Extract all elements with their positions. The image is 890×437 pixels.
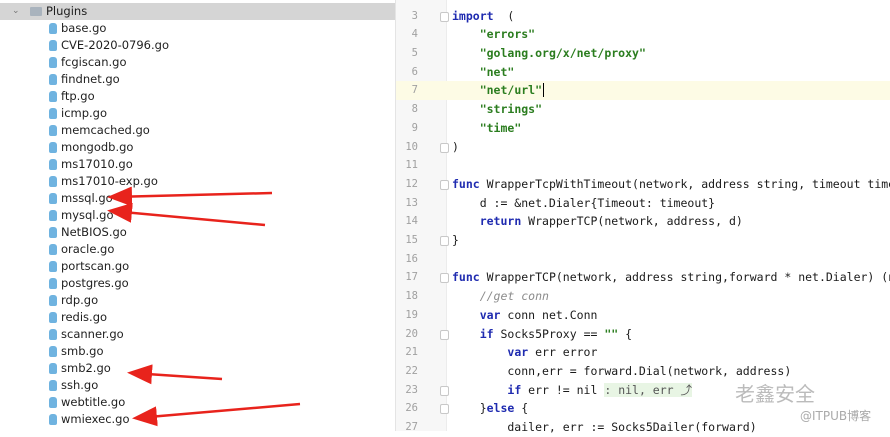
annotation-arrows: [107, 186, 301, 427]
arrow-mysql: [107, 202, 266, 227]
arrow-wmiexec: [132, 402, 301, 427]
watermark-source: @ITPUB博客: [800, 409, 872, 423]
arrow-mssql: [107, 186, 273, 207]
arrow-smb2: [127, 364, 223, 385]
watermark-brand: 老鑫安全: [735, 382, 815, 406]
